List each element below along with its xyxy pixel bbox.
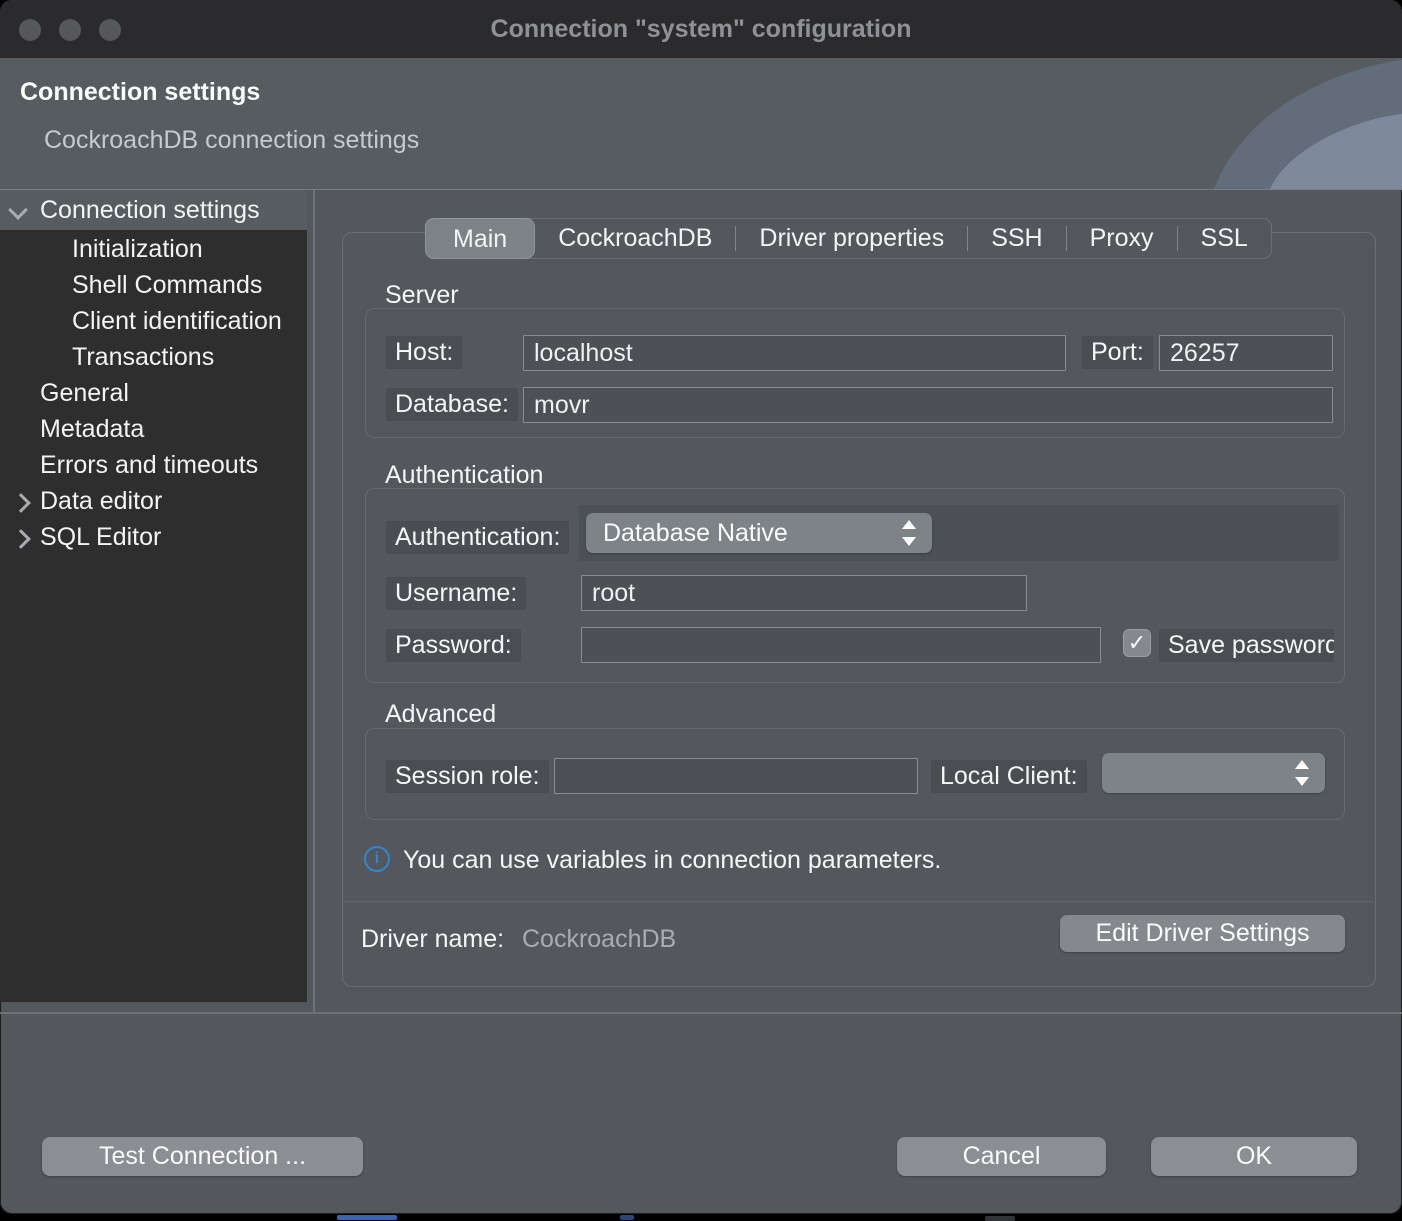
edit-driver-settings-button[interactable]: Edit Driver Settings (1060, 915, 1345, 952)
database-input[interactable] (523, 387, 1333, 423)
username-label: Username: (386, 577, 526, 610)
password-input[interactable] (581, 627, 1101, 663)
tab-ssl[interactable]: SSL (1178, 219, 1271, 258)
driver-name-label: Driver name: (361, 925, 504, 954)
authentication-group-box: Authentication: Database Native Username… (365, 488, 1345, 683)
save-password-label: Save password (1159, 629, 1334, 662)
desktop-sliver (620, 1215, 634, 1220)
title-bar: Connection "system" configuration (0, 0, 1402, 58)
driver-name-value: CockroachDB (522, 925, 676, 954)
desktop-sliver (337, 1215, 397, 1220)
sidebar-item-general[interactable]: General (0, 375, 307, 411)
sidebar-item-sql-editor[interactable]: SQL Editor (0, 519, 307, 555)
password-label: Password: (386, 629, 521, 662)
cancel-button[interactable]: Cancel (897, 1137, 1106, 1176)
host-input[interactable] (523, 335, 1066, 371)
sidebar-item-metadata[interactable]: Metadata (0, 411, 307, 447)
server-group-box: Host: Port: Database: (365, 308, 1345, 438)
test-connection-button[interactable]: Test Connection ... (42, 1137, 363, 1176)
page-subtitle: CockroachDB connection settings (44, 126, 419, 155)
server-section-title: Server (385, 281, 459, 310)
sidebar-divider (313, 190, 315, 1012)
sidebar-item-initialization[interactable]: Initialization (0, 231, 307, 267)
header-decoration (1170, 58, 1402, 189)
username-input[interactable] (581, 575, 1027, 611)
tab-driver-properties[interactable]: Driver properties (736, 219, 967, 258)
tab-ssh[interactable]: SSH (968, 219, 1065, 258)
chevron-down-icon[interactable] (8, 200, 28, 220)
sidebar-item-shell-commands[interactable]: Shell Commands (0, 267, 307, 303)
ok-button[interactable]: OK (1151, 1137, 1357, 1176)
tab-cockroachdb[interactable]: CockroachDB (535, 219, 735, 258)
local-client-label: Local Client: (931, 760, 1087, 793)
local-client-select[interactable] (1102, 753, 1325, 793)
footer-divider (0, 1012, 1402, 1014)
authentication-section-title: Authentication (385, 461, 543, 490)
database-label: Database: (386, 388, 518, 421)
authentication-select[interactable]: Database Native (586, 513, 932, 553)
driver-row-divider (344, 901, 1373, 902)
advanced-group-box: Session role: Local Client: (365, 728, 1345, 820)
save-password-checkbox[interactable]: ✓ (1123, 629, 1151, 657)
variables-hint-text: You can use variables in connection para… (403, 846, 941, 875)
advanced-section-title: Advanced (385, 700, 496, 729)
port-label: Port: (1082, 336, 1153, 369)
dialog-header: Connection settings CockroachDB connecti… (0, 58, 1402, 190)
connection-configuration-dialog: Connection "system" configuration Connec… (0, 0, 1402, 1214)
sidebar-item-client-identification[interactable]: Client identification (0, 303, 307, 339)
chevron-right-icon[interactable] (11, 493, 31, 513)
tab-bar: Main CockroachDB Driver properties SSH P… (425, 218, 1272, 259)
port-input[interactable] (1159, 335, 1333, 371)
session-role-label: Session role: (386, 760, 549, 793)
chevron-right-icon[interactable] (11, 529, 31, 549)
authentication-label: Authentication: (386, 521, 569, 554)
tab-proxy[interactable]: Proxy (1067, 219, 1177, 258)
select-chevrons-icon (1294, 760, 1310, 786)
info-icon: i (364, 846, 390, 872)
page-title: Connection settings (20, 78, 260, 107)
tab-main[interactable]: Main (425, 218, 535, 259)
window-title: Connection "system" configuration (0, 0, 1402, 58)
sidebar-item-errors-and-timeouts[interactable]: Errors and timeouts (0, 447, 307, 483)
sidebar-item-connection-settings[interactable]: Connection settings (0, 192, 307, 228)
select-chevrons-icon (901, 520, 917, 546)
session-role-input[interactable] (554, 758, 918, 794)
host-label: Host: (386, 336, 462, 369)
sidebar-item-transactions[interactable]: Transactions (0, 339, 307, 375)
desktop-sliver (985, 1216, 1015, 1221)
sidebar-item-data-editor[interactable]: Data editor (0, 483, 307, 519)
